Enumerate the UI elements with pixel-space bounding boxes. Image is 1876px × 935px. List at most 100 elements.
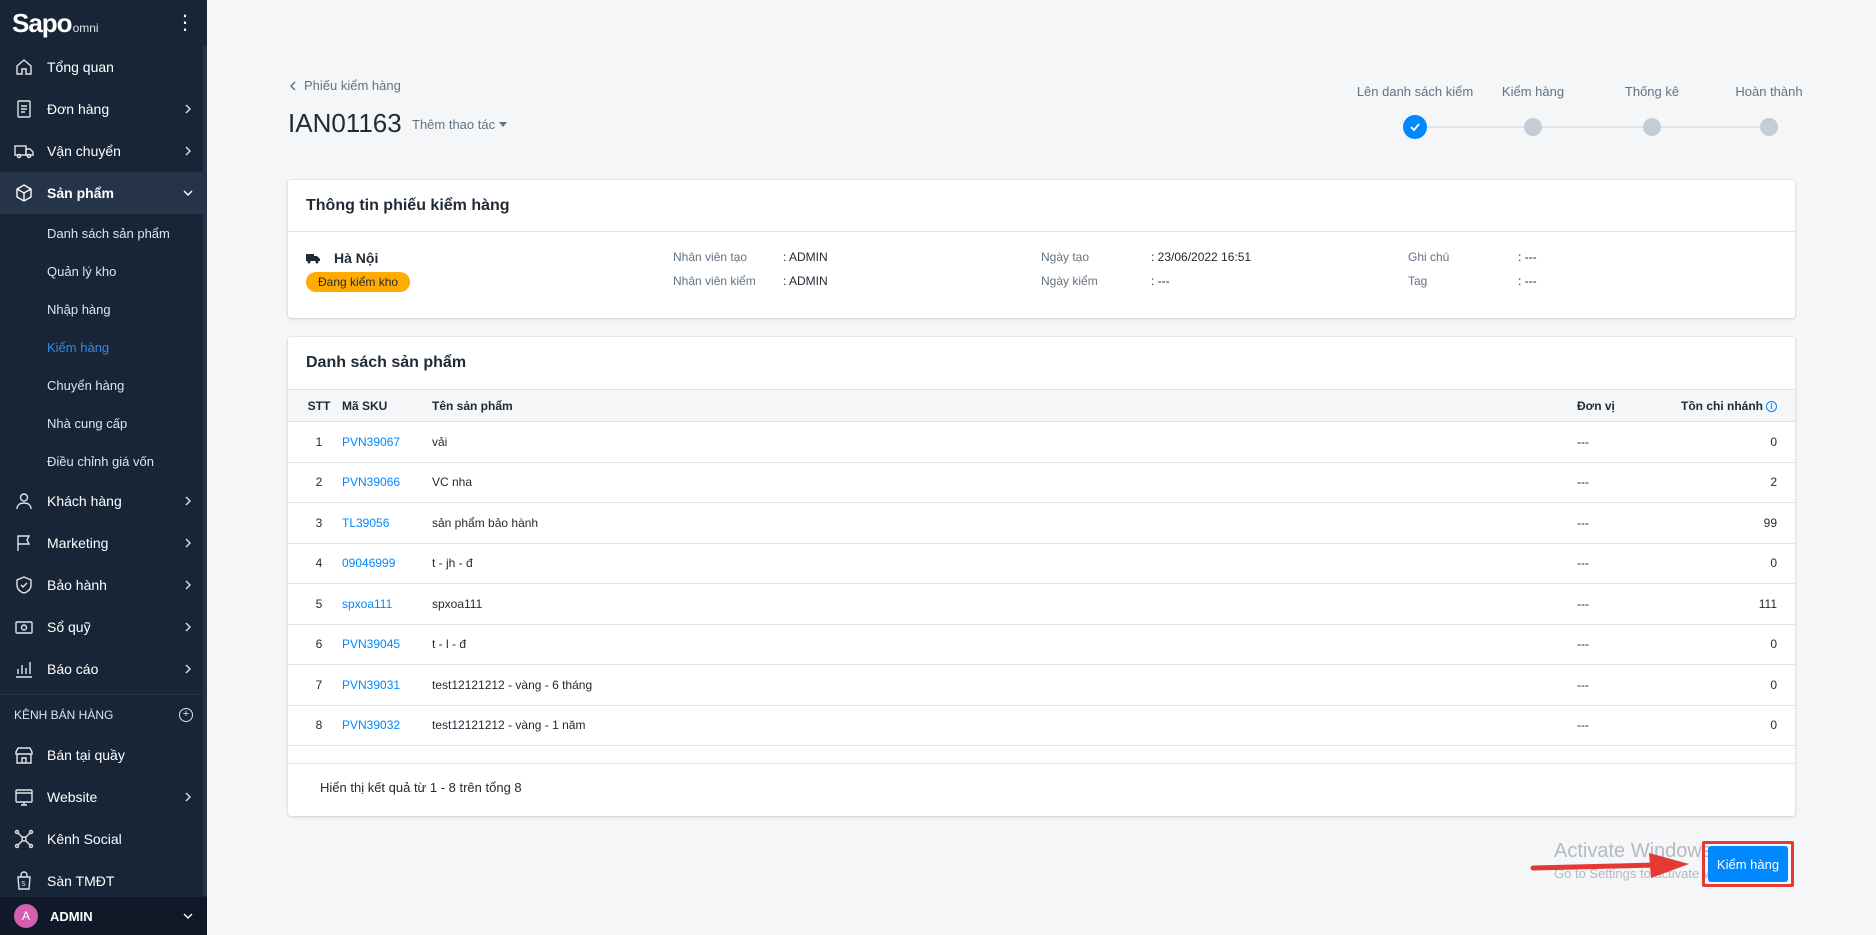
created-date-value: : 23/06/2022 16:51 [1151, 250, 1252, 264]
sidebar-subitem-product-list[interactable]: Danh sách sản phẩm [0, 214, 207, 252]
sidebar-item-label: Tổng quan [47, 59, 114, 75]
cell-unit: --- [1545, 664, 1665, 706]
back-link[interactable]: Phiếu kiểm hàng [288, 78, 401, 93]
user-menu[interactable]: A ADMIN [0, 897, 207, 935]
cell-stt: 1 [288, 421, 342, 463]
table-row: 8 PVN39032 test12121212 - vàng - 1 năm --- 0 [288, 705, 1795, 746]
chevron-right-icon [185, 146, 191, 156]
chevron-right-icon [185, 580, 191, 590]
checked-by-label: Nhân viên kiểm [673, 274, 756, 288]
cell-name: vải [432, 421, 1545, 463]
box-icon [14, 183, 34, 203]
sidebar-item-label: Bảo hành [47, 577, 107, 593]
step-label: Kiểm hàng [1501, 84, 1565, 99]
created-by-value: : ADMIN [783, 250, 828, 264]
sidebar-subitem-supplier[interactable]: Nhà cung cấp [0, 404, 207, 442]
location-name: Hà Nội [334, 250, 379, 266]
sidebar-item-website[interactable]: Website [0, 776, 207, 818]
table-row: 3 TL39056 sản phẩm bảo hành --- 99 [288, 502, 1795, 544]
truck-icon [14, 141, 34, 161]
product-table: STT Mã SKU Tên sản phẩm Đơn vị Tồn chi n… [288, 389, 1795, 764]
cell-stock: 0 [1665, 543, 1795, 584]
sidebar-item-cashbook[interactable]: Sổ quỹ [0, 606, 207, 648]
sidebar-item-warranty[interactable]: Bảo hành [0, 564, 207, 606]
table-row: 7 PVN39031 test12121212 - vàng - 6 tháng --… [288, 664, 1795, 706]
sidebar-item-label: Marketing [47, 535, 109, 551]
product-list-title: Danh sách sản phẩm [306, 354, 467, 371]
table-row: 4 09046999 t - jh - đ --- 0 [288, 543, 1795, 584]
tag-row: Tag : --- [1408, 274, 1537, 288]
sidebar-item-pos[interactable]: Bán tại quầy [0, 734, 207, 776]
sidebar-item-customers[interactable]: Khách hàng [0, 480, 207, 522]
info-card: Thông tin phiếu kiểm hàng Hà Nội Đang ki… [288, 180, 1795, 318]
info-icon[interactable]: i [1766, 400, 1777, 412]
cell-stock: 2 [1665, 462, 1795, 503]
progress-stepper: Lên danh sách kiểm Kiểm hàng Thống kê Ho… [1325, 84, 1805, 144]
step-dot [1760, 118, 1778, 136]
step-dot [1643, 118, 1661, 136]
sidebar-item-products[interactable]: Sản phẩm [0, 172, 207, 214]
sidebar-item-reports[interactable]: Báo cáo [0, 648, 207, 690]
cell-name: t - jh - đ [432, 543, 1545, 584]
status-badge: Đang kiểm kho [306, 272, 411, 292]
page-title: IAN01163 [288, 108, 402, 138]
cell-stt: 6 [288, 624, 342, 665]
table-header-row: STT Mã SKU Tên sản phẩm Đơn vị Tồn chi n… [288, 389, 1795, 422]
sku-link[interactable]: PVN39067 [342, 435, 400, 449]
sku-link[interactable]: 09046999 [342, 556, 395, 570]
start-check-button[interactable]: Kiểm hàng [1708, 846, 1788, 882]
sidebar-subitem-import[interactable]: Nhập hàng [0, 290, 207, 328]
table-spacer-row [288, 745, 1795, 764]
sidebar-item-overview[interactable]: Tổng quan [0, 46, 207, 88]
table-row: 6 PVN39045 t - l - đ --- 0 [288, 624, 1795, 665]
info-card-body: Hà Nội Đang kiểm kho Nhân viên tạo : ADM… [288, 232, 1795, 318]
sidebar-item-orders[interactable]: Đơn hàng [0, 88, 207, 130]
check-date-row: Ngày kiểm : --- [1041, 274, 1170, 288]
chevron-right-icon [185, 104, 191, 114]
sku-link[interactable]: spxoa111 [342, 597, 392, 611]
cell-stt: 4 [288, 543, 342, 584]
shield-icon [14, 575, 34, 595]
more-actions-dropdown[interactable]: Thêm thao tác [412, 117, 508, 132]
sidebar-item-marketing[interactable]: Marketing [0, 522, 207, 564]
sku-link[interactable]: TL39056 [342, 516, 389, 530]
spacer-cell [288, 745, 1795, 764]
sidebar-item-social[interactable]: Kênh Social [0, 818, 207, 860]
created-date-row: Ngày tạo : 23/06/2022 16:51 [1041, 250, 1251, 264]
cell-stock: 0 [1665, 705, 1795, 746]
sapo-logo[interactable]: Sapo omni [12, 8, 99, 39]
marketplace-icon: S [14, 871, 34, 891]
sidebar-subitem-transfer[interactable]: Chuyển hàng [0, 366, 207, 404]
sidebar-item-label: Khách hàng [47, 493, 122, 509]
pagination-summary: Hiển thị kết quả từ 1 - 8 trên tổng 8 [320, 780, 522, 795]
sidebar-item-label: Đơn hàng [47, 101, 110, 117]
sidebar-subitem-stock-check[interactable]: Kiểm hàng [0, 328, 207, 366]
created-by-row: Nhân viên tạo : ADMIN [673, 250, 828, 264]
cell-stt: 3 [288, 502, 342, 544]
col-stt: STT [288, 389, 342, 422]
sku-link[interactable]: PVN39045 [342, 637, 400, 651]
note-row: Ghi chú : --- [1408, 250, 1537, 264]
sku-link[interactable]: PVN39066 [342, 475, 400, 489]
col-stock: Tồn chi nhánh i [1665, 389, 1795, 422]
kebab-menu-icon[interactable]: ⋮ [175, 13, 195, 33]
sidebar-subitem-cost-adjust[interactable]: Điều chỉnh giá vốn [0, 442, 207, 480]
sidebar-subitem-inventory[interactable]: Quản lý kho [0, 252, 207, 290]
sidebar-item-label: Sàn TMĐT [47, 873, 115, 889]
col-stock-label: Tồn chi nhánh [1681, 398, 1763, 413]
chevron-right-icon [185, 496, 191, 506]
col-name: Tên sản phẩm [432, 389, 1545, 422]
cell-stock: 0 [1665, 624, 1795, 665]
sidebar-item-shipping[interactable]: Vận chuyển [0, 130, 207, 172]
product-table-body: 1 PVN39067 vải --- 0 2 PVN39066 VC nha --- 2 3 TL… [288, 421, 1795, 764]
sidebar-item-label: Vận chuyển [47, 143, 121, 159]
sku-link[interactable]: PVN39031 [342, 678, 400, 692]
cell-stt: 5 [288, 583, 342, 625]
more-actions-label: Thêm thao tác [412, 117, 496, 132]
check-date-value: : --- [1151, 274, 1170, 288]
sidebar-item-label: Sản phẩm [47, 185, 114, 201]
truck-icon [306, 254, 320, 264]
add-channel-icon[interactable]: + [179, 707, 193, 722]
sidebar-item-marketplace[interactable]: S Sàn TMĐT [0, 860, 207, 902]
sku-link[interactable]: PVN39032 [342, 718, 400, 732]
